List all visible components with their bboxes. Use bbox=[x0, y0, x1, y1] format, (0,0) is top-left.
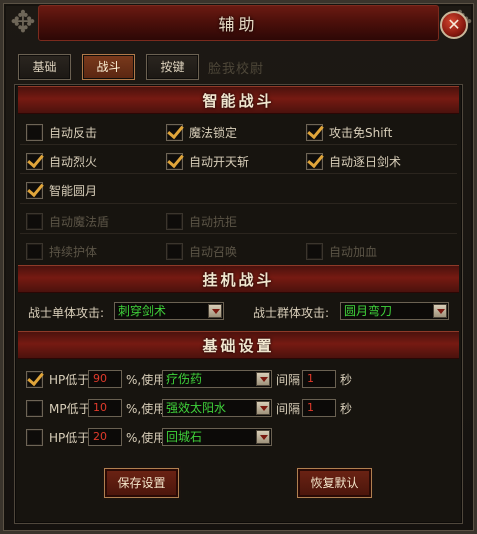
dropdown-arrow-icon[interactable] bbox=[256, 401, 270, 415]
smart-option-10: 自动召唤 bbox=[166, 240, 237, 262]
smart-option-5[interactable]: 自动逐日剑术 bbox=[306, 150, 401, 172]
smart-option-3[interactable]: 自动烈火 bbox=[26, 150, 97, 172]
smart-option-checkbox[interactable] bbox=[166, 123, 183, 141]
row-divider bbox=[20, 203, 457, 204]
row-divider bbox=[20, 144, 457, 145]
smart-option-11: 自动加血 bbox=[306, 240, 377, 262]
interval-label: 间隔 bbox=[276, 373, 301, 387]
restore-defaults-button[interactable]: 恢复默认 bbox=[297, 468, 372, 498]
smart-option-label: 自动加血 bbox=[329, 244, 378, 259]
smart-option-label: 自动开天斩 bbox=[189, 154, 250, 169]
row-divider bbox=[20, 173, 457, 174]
smart-option-checkbox bbox=[26, 242, 43, 260]
hp-potion-checkbox[interactable] bbox=[26, 370, 43, 388]
smart-option-checkbox[interactable] bbox=[166, 152, 183, 170]
smart-option-checkbox[interactable] bbox=[26, 152, 43, 170]
hp-potion-row[interactable]: HP低于 bbox=[26, 368, 89, 390]
use-label: %,使用 bbox=[126, 431, 166, 445]
smart-option-checkbox bbox=[166, 242, 183, 260]
single-attack-label: 战士单体攻击: bbox=[28, 306, 105, 320]
dropdown-arrow-icon[interactable] bbox=[256, 372, 270, 386]
smart-option-checkbox[interactable] bbox=[306, 123, 323, 141]
dropdown-arrow-icon[interactable] bbox=[208, 304, 222, 318]
smart-option-2[interactable]: 攻击免Shift bbox=[306, 121, 392, 143]
smart-option-label: 自动召唤 bbox=[189, 244, 238, 259]
hp-below-label: HP低于 bbox=[49, 430, 90, 445]
title-bar: 辅助 bbox=[38, 5, 439, 41]
smart-option-label: 自动烈火 bbox=[49, 154, 98, 169]
single-attack-select[interactable]: 刺穿剑术 bbox=[114, 302, 224, 320]
hp-below-label: HP低于 bbox=[49, 372, 90, 387]
mp-threshold-input[interactable]: 10 bbox=[88, 399, 122, 417]
smart-option-label: 自动魔法盾 bbox=[49, 214, 110, 229]
interval-input[interactable]: 1 bbox=[302, 370, 336, 388]
smart-option-4[interactable]: 自动开天斩 bbox=[166, 150, 249, 172]
smart-option-0[interactable]: 自动反击 bbox=[26, 121, 97, 143]
smart-option-checkbox bbox=[26, 212, 43, 230]
return-threshold-input[interactable]: 20 bbox=[88, 428, 122, 446]
group-attack-select[interactable]: 圆月弯刀 bbox=[340, 302, 449, 320]
interval-label: 间隔 bbox=[276, 402, 301, 416]
hp-item-select[interactable]: 疗伤药 bbox=[162, 370, 272, 388]
smart-option-label: 自动逐日剑术 bbox=[329, 154, 402, 169]
window-title: 辅助 bbox=[218, 15, 259, 34]
smart-option-9: 持续护体 bbox=[26, 240, 97, 262]
smart-option-checkbox[interactable] bbox=[26, 123, 43, 141]
mp-potion-row[interactable]: MP低于 bbox=[26, 397, 91, 419]
save-settings-button[interactable]: 保存设置 bbox=[104, 468, 179, 498]
smart-option-checkbox bbox=[166, 212, 183, 230]
smart-option-1[interactable]: 魔法锁定 bbox=[166, 121, 237, 143]
smart-option-label: 魔法锁定 bbox=[189, 125, 238, 140]
seconds-label: 秒 bbox=[340, 402, 353, 416]
smart-option-label: 智能圆月 bbox=[49, 183, 98, 198]
group-attack-label: 战士群体攻击: bbox=[253, 306, 330, 320]
tab-keys[interactable]: 按键 bbox=[146, 54, 199, 80]
use-label: %,使用 bbox=[126, 402, 166, 416]
smart-option-checkbox[interactable] bbox=[26, 181, 43, 199]
tab-combat[interactable]: 战斗 bbox=[82, 54, 135, 80]
return-scroll-checkbox[interactable] bbox=[26, 428, 43, 446]
return-scroll-row[interactable]: HP低于 bbox=[26, 426, 89, 448]
corner-ornament-icon: ✥ bbox=[10, 5, 36, 40]
smart-option-label: 自动反击 bbox=[49, 125, 98, 140]
smart-option-label: 自动抗拒 bbox=[189, 214, 238, 229]
row-divider bbox=[20, 233, 457, 234]
close-button[interactable]: ✕ bbox=[440, 11, 468, 39]
tab-ghost-label: 脸我校尉 bbox=[208, 62, 265, 77]
hp-threshold-input[interactable]: 90 bbox=[88, 370, 122, 388]
mp-item-select[interactable]: 强效太阳水 bbox=[162, 399, 272, 417]
smart-option-label: 攻击免Shift bbox=[329, 125, 393, 140]
mp-potion-checkbox[interactable] bbox=[26, 399, 43, 417]
smart-option-checkbox bbox=[306, 242, 323, 260]
section-header-auto-combat: 挂机战斗 bbox=[18, 265, 459, 293]
dropdown-arrow-icon[interactable] bbox=[256, 430, 270, 444]
dropdown-arrow-icon[interactable] bbox=[433, 304, 447, 318]
section-header-smart-combat: 智能战斗 bbox=[18, 86, 459, 114]
close-icon: ✕ bbox=[447, 15, 461, 34]
use-label: %,使用 bbox=[126, 373, 166, 387]
tab-basic[interactable]: 基础 bbox=[18, 54, 71, 80]
smart-option-checkbox[interactable] bbox=[306, 152, 323, 170]
section-header-basic-settings: 基础设置 bbox=[18, 331, 459, 359]
return-item-select[interactable]: 回城石 bbox=[162, 428, 272, 446]
smart-option-8: 自动抗拒 bbox=[166, 210, 237, 232]
smart-option-label: 持续护体 bbox=[49, 244, 98, 259]
smart-option-6[interactable]: 智能圆月 bbox=[26, 179, 97, 201]
interval-input[interactable]: 1 bbox=[302, 399, 336, 417]
smart-option-7: 自动魔法盾 bbox=[26, 210, 109, 232]
mp-below-label: MP低于 bbox=[49, 401, 91, 416]
seconds-label: 秒 bbox=[340, 373, 353, 387]
